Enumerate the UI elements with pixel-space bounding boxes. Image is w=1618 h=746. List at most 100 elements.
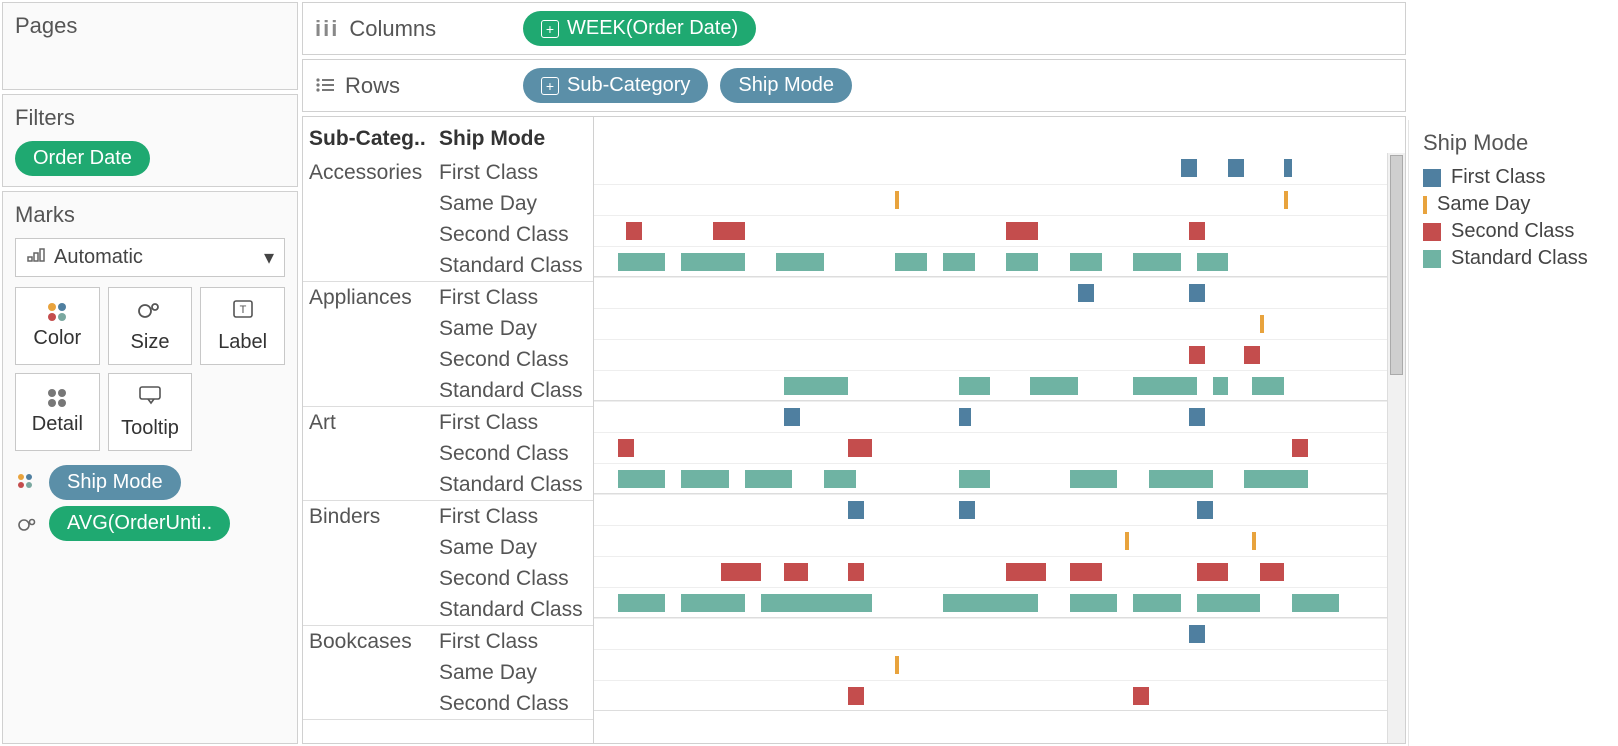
data-mark[interactable]	[959, 377, 991, 395]
data-mark[interactable]	[681, 253, 744, 271]
data-mark[interactable]	[959, 470, 991, 488]
legend-item[interactable]: Same Day	[1423, 193, 1604, 216]
data-mark[interactable]	[1228, 159, 1244, 177]
mark-size-button[interactable]: Size	[108, 287, 193, 365]
row-header[interactable]: Standard Class	[303, 469, 593, 500]
data-mark[interactable]	[1070, 253, 1102, 271]
data-mark[interactable]	[761, 594, 872, 612]
row-header[interactable]: Second Class	[303, 219, 593, 250]
data-mark[interactable]	[1244, 346, 1260, 364]
mark-label-button[interactable]: T Label	[200, 287, 285, 365]
row-header[interactable]: Standard Class	[303, 594, 593, 625]
data-mark[interactable]	[1292, 594, 1340, 612]
row-header[interactable]: Same Day	[303, 532, 593, 563]
data-mark[interactable]	[1070, 470, 1118, 488]
data-mark[interactable]	[824, 470, 856, 488]
row-header[interactable]: Same Day	[303, 313, 593, 344]
row-header[interactable]: Same Day	[303, 188, 593, 219]
data-mark[interactable]	[848, 687, 864, 705]
legend-item[interactable]: Second Class	[1423, 220, 1604, 243]
data-mark[interactable]	[1006, 563, 1046, 581]
row-header[interactable]: AppliancesFirst Class	[303, 282, 593, 313]
rows-pill-ship-mode[interactable]: Ship Mode	[720, 68, 852, 103]
data-mark[interactable]	[1133, 377, 1196, 395]
data-mark[interactable]	[1252, 532, 1256, 550]
data-mark[interactable]	[1189, 625, 1205, 643]
data-mark[interactable]	[626, 222, 642, 240]
rows-shelf[interactable]: Rows + Sub-Category Ship Mode	[302, 59, 1406, 112]
mark-color-button[interactable]: Color	[15, 287, 100, 365]
data-mark[interactable]	[618, 470, 666, 488]
mark-tooltip-button[interactable]: Tooltip	[108, 373, 193, 451]
data-mark[interactable]	[1006, 253, 1038, 271]
data-mark[interactable]	[1149, 470, 1212, 488]
data-mark[interactable]	[959, 408, 971, 426]
data-mark[interactable]	[1181, 159, 1197, 177]
filters-shelf[interactable]: Filters Order Date	[2, 94, 298, 187]
data-mark[interactable]	[1260, 563, 1284, 581]
legend-item[interactable]: First Class	[1423, 166, 1604, 189]
data-mark[interactable]	[681, 594, 744, 612]
row-header[interactable]: Standard Class	[303, 250, 593, 281]
scrollbar-thumb[interactable]	[1390, 155, 1403, 375]
data-mark[interactable]	[1133, 687, 1149, 705]
pages-shelf[interactable]: Pages	[2, 2, 298, 90]
rows-pill-sub-category[interactable]: + Sub-Category	[523, 68, 708, 103]
data-mark[interactable]	[618, 439, 634, 457]
data-mark[interactable]	[776, 253, 824, 271]
row-header[interactable]: BookcasesFirst Class	[303, 626, 593, 657]
data-mark[interactable]	[618, 594, 666, 612]
data-mark[interactable]	[1189, 408, 1205, 426]
data-mark[interactable]	[895, 656, 899, 674]
data-mark[interactable]	[1284, 191, 1288, 209]
filter-pill-order-date[interactable]: Order Date	[15, 141, 150, 176]
data-mark[interactable]	[1197, 253, 1229, 271]
data-mark[interactable]	[784, 377, 847, 395]
row-header[interactable]: ArtFirst Class	[303, 407, 593, 438]
data-mark[interactable]	[1244, 470, 1307, 488]
data-mark[interactable]	[848, 439, 872, 457]
data-mark[interactable]	[895, 191, 899, 209]
data-mark[interactable]	[1030, 377, 1078, 395]
data-mark[interactable]	[848, 563, 864, 581]
data-mark[interactable]	[1133, 253, 1181, 271]
data-mark[interactable]	[1197, 501, 1213, 519]
row-header[interactable]: Second Class	[303, 688, 593, 719]
data-mark[interactable]	[848, 501, 864, 519]
size-encoding-pill[interactable]: AVG(OrderUnti..	[49, 506, 230, 541]
data-mark[interactable]	[721, 563, 761, 581]
data-mark[interactable]	[618, 253, 666, 271]
data-mark[interactable]	[1197, 563, 1229, 581]
columns-shelf[interactable]: iii Columns + WEEK(Order Date)	[302, 2, 1406, 55]
data-mark[interactable]	[681, 470, 729, 488]
data-mark[interactable]	[1125, 532, 1129, 550]
data-mark[interactable]	[745, 470, 793, 488]
row-header[interactable]: Second Class	[303, 438, 593, 469]
columns-pill-week-order-date[interactable]: + WEEK(Order Date)	[523, 11, 756, 46]
data-mark[interactable]	[713, 222, 745, 240]
row-header[interactable]: Same Day	[303, 657, 593, 688]
data-mark[interactable]	[895, 253, 927, 271]
data-mark[interactable]	[1213, 377, 1229, 395]
legend-item[interactable]: Standard Class	[1423, 247, 1604, 270]
vertical-scrollbar[interactable]: ▲	[1387, 153, 1405, 743]
data-mark[interactable]	[1078, 284, 1094, 302]
marks-type-dropdown[interactable]: Automatic ▾	[15, 238, 285, 277]
data-mark[interactable]	[943, 594, 1038, 612]
row-header[interactable]: AccessoriesFirst Class	[303, 157, 593, 188]
data-mark[interactable]	[1292, 439, 1308, 457]
data-mark[interactable]	[784, 563, 808, 581]
row-header[interactable]: Second Class	[303, 563, 593, 594]
plot-area[interactable]: ▲	[593, 117, 1405, 743]
data-mark[interactable]	[1133, 594, 1181, 612]
data-mark[interactable]	[1006, 222, 1038, 240]
data-mark[interactable]	[1189, 222, 1205, 240]
row-header[interactable]: Standard Class	[303, 375, 593, 406]
data-mark[interactable]	[784, 408, 800, 426]
data-mark[interactable]	[1189, 346, 1205, 364]
data-mark[interactable]	[1260, 315, 1264, 333]
data-mark[interactable]	[959, 501, 975, 519]
row-header[interactable]: Second Class	[303, 344, 593, 375]
data-mark[interactable]	[1070, 563, 1102, 581]
data-mark[interactable]	[1197, 594, 1260, 612]
